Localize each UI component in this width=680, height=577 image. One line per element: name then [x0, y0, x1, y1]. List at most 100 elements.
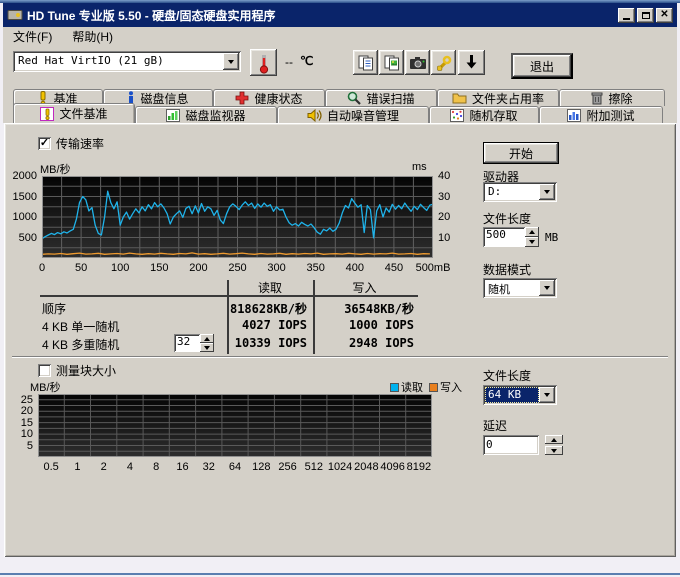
screenshot-button[interactable] — [405, 50, 430, 75]
spin-up-button[interactable] — [525, 227, 539, 237]
delay-input[interactable]: 0 — [483, 435, 539, 455]
checkbox-box[interactable] — [38, 364, 51, 377]
drive-select[interactable]: Red Hat VirtIO (21 gB) — [13, 51, 241, 72]
tab-extra-tests[interactable]: 附加测试 — [539, 106, 663, 123]
tab-label: 文件夹占用率 — [472, 90, 544, 107]
window-title: HD Tune 专业版 5.50 - 硬盘/固态硬盘实用程序 — [27, 7, 614, 24]
spin-down-button[interactable] — [525, 237, 539, 247]
file-benchmark-page: ✓ 传输速率 MB/秒 ms 5001000150020001020304005… — [4, 123, 676, 557]
checkbox-box[interactable]: ✓ — [38, 137, 51, 150]
checkbox-label: 测量块大小 — [56, 362, 116, 379]
axis-tick: 250 — [228, 262, 246, 274]
tab-error-scan[interactable]: 错误扫描 — [325, 89, 437, 106]
row-label: 4 KB 多重随机 — [42, 336, 119, 353]
block-file-length-arrow[interactable] — [539, 387, 555, 403]
table-row-4k-multi: 4 KB 多重随机 32 10339 IOPS 2948 IOPS — [40, 335, 418, 352]
tab-random-access[interactable]: 随机存取 — [429, 106, 539, 123]
file-length-spinner[interactable]: 500 — [483, 227, 539, 247]
table-row-4k-single: 4 KB 单一随机 4027 IOPS 1000 IOPS — [40, 317, 418, 334]
up-arrow-icon — [551, 438, 557, 442]
tab-label: 擦除 — [608, 90, 632, 107]
data-pattern-arrow[interactable] — [539, 280, 555, 296]
tab-auto-acoustic[interactable]: 自动噪音管理 — [277, 106, 429, 123]
axis-tick: 500 — [19, 232, 37, 244]
menu-bar: 文件(F) 帮助(H) — [3, 27, 677, 46]
down-arrow-icon — [529, 240, 535, 244]
queue-depth-spinner[interactable]: 32 — [174, 334, 214, 352]
maximize-button[interactable] — [637, 8, 654, 23]
axis-tick: 64 — [229, 461, 241, 473]
axis-tick: 32 — [203, 461, 215, 473]
table-row-sequential: 顺序 818628KB/秒 36548KB/秒 — [40, 299, 418, 316]
save-results-button[interactable] — [458, 50, 485, 75]
target-drive-arrow[interactable] — [539, 184, 555, 200]
legend-label: 写入 — [440, 379, 462, 395]
start-button[interactable]: 开始 — [483, 142, 559, 164]
tab-erase[interactable]: 擦除 — [559, 89, 665, 106]
tab-label: 磁盘信息 — [140, 90, 188, 107]
target-drive-select[interactable]: D: — [483, 182, 557, 202]
block-file-length-select[interactable]: 64 KB — [483, 385, 557, 405]
file-benchmark-icon — [40, 107, 54, 121]
column-header-write: 写入 — [313, 279, 416, 296]
minimize-button[interactable] — [618, 8, 635, 23]
up-arrow-icon — [204, 337, 210, 341]
data-pattern-select[interactable]: 随机 — [483, 278, 557, 298]
options-wrench-icon — [436, 55, 452, 71]
axis-tick: 20 — [21, 405, 33, 417]
close-button[interactable]: ✕ — [656, 8, 673, 23]
queue-depth-value[interactable]: 32 — [174, 334, 200, 352]
temperature-button[interactable] — [250, 49, 277, 76]
down-arrow-icon — [204, 346, 210, 350]
exit-button[interactable]: 退出 — [511, 53, 573, 79]
transfer-rate-chart — [42, 176, 433, 258]
copy-text-button[interactable] — [353, 50, 378, 75]
data-pattern-label: 数据模式 — [483, 261, 531, 278]
disk-monitor-icon — [166, 109, 180, 122]
drive-select-value: Red Hat VirtIO (21 gB) — [15, 53, 223, 70]
bottom-chart-yaxis-title: MB/秒 — [30, 379, 61, 395]
folder-usage-icon — [452, 92, 467, 104]
section-divider — [12, 356, 668, 358]
transfer-rate-checkbox[interactable]: ✓ 传输速率 — [38, 135, 104, 152]
spin-up-button[interactable] — [200, 334, 214, 343]
tab-health[interactable]: 健康状态 — [213, 89, 325, 106]
delay-up-button[interactable] — [545, 435, 563, 444]
extra-tests-icon — [567, 109, 581, 122]
delay-down-button[interactable] — [545, 446, 563, 455]
file-length-value[interactable]: 500 — [483, 227, 525, 247]
aam-icon — [307, 109, 322, 122]
axis-tick: 4096 — [380, 461, 404, 473]
axis-tick: 40 — [438, 170, 450, 182]
options-button[interactable] — [431, 50, 456, 75]
drive-select-arrow[interactable] — [223, 53, 239, 70]
menu-file[interactable]: 文件(F) — [10, 27, 55, 46]
axis-tick: 100 — [111, 262, 129, 274]
axis-tick: 25 — [21, 394, 33, 406]
error-scan-icon — [347, 91, 361, 105]
axis-tick: 300 — [267, 262, 285, 274]
axis-tick: 2000 — [13, 170, 37, 182]
axis-tick: 16 — [176, 461, 188, 473]
chevron-down-icon — [544, 286, 550, 290]
axis-tick: 1 — [74, 461, 80, 473]
menu-help[interactable]: 帮助(H) — [69, 27, 116, 46]
checkbox-label: 传输速率 — [56, 135, 104, 152]
block-file-length-label: 文件长度 — [483, 367, 531, 384]
axis-tick: 50 — [75, 262, 87, 274]
copy-image-button[interactable] — [379, 50, 404, 75]
tab-label: 磁盘监视器 — [185, 107, 245, 124]
legend-write: 写入 — [429, 379, 462, 395]
spin-down-button[interactable] — [200, 343, 214, 352]
tab-file-benchmark[interactable]: 文件基准 — [13, 103, 135, 123]
tab-label: 文件基准 — [59, 105, 107, 122]
block-size-checkbox[interactable]: 测量块大小 — [38, 362, 116, 379]
chart-legend: 读取 写入 — [390, 379, 462, 395]
hdtune-window: HD Tune 专业版 5.50 - 硬盘/固态硬盘实用程序 ✕ 文件(F) 帮… — [0, 0, 680, 577]
tab-folder-usage[interactable]: 文件夹占用率 — [437, 89, 559, 106]
titlebar: HD Tune 专业版 5.50 - 硬盘/固态硬盘实用程序 ✕ — [3, 3, 677, 27]
tab-disk-monitor[interactable]: 磁盘监视器 — [135, 106, 277, 123]
file-length-unit: MB — [545, 231, 558, 244]
axis-tick: 1000 — [13, 211, 37, 223]
axis-tick: 1500 — [13, 191, 37, 203]
